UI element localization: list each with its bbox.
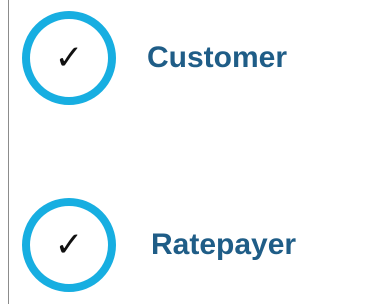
left-divider-line [8,0,9,304]
checkmark-icon: ✓ [54,38,84,78]
ratepayer-item: ✓ Ratepayer [22,197,296,293]
check-circle-icon: ✓ [22,198,116,292]
check-circle-icon: ✓ [22,11,116,105]
customer-item: ✓ Customer [22,10,287,106]
checkmark-icon: ✓ [54,225,84,265]
customer-label: Customer [147,41,288,74]
ratepayer-label: Ratepayer [151,228,297,261]
